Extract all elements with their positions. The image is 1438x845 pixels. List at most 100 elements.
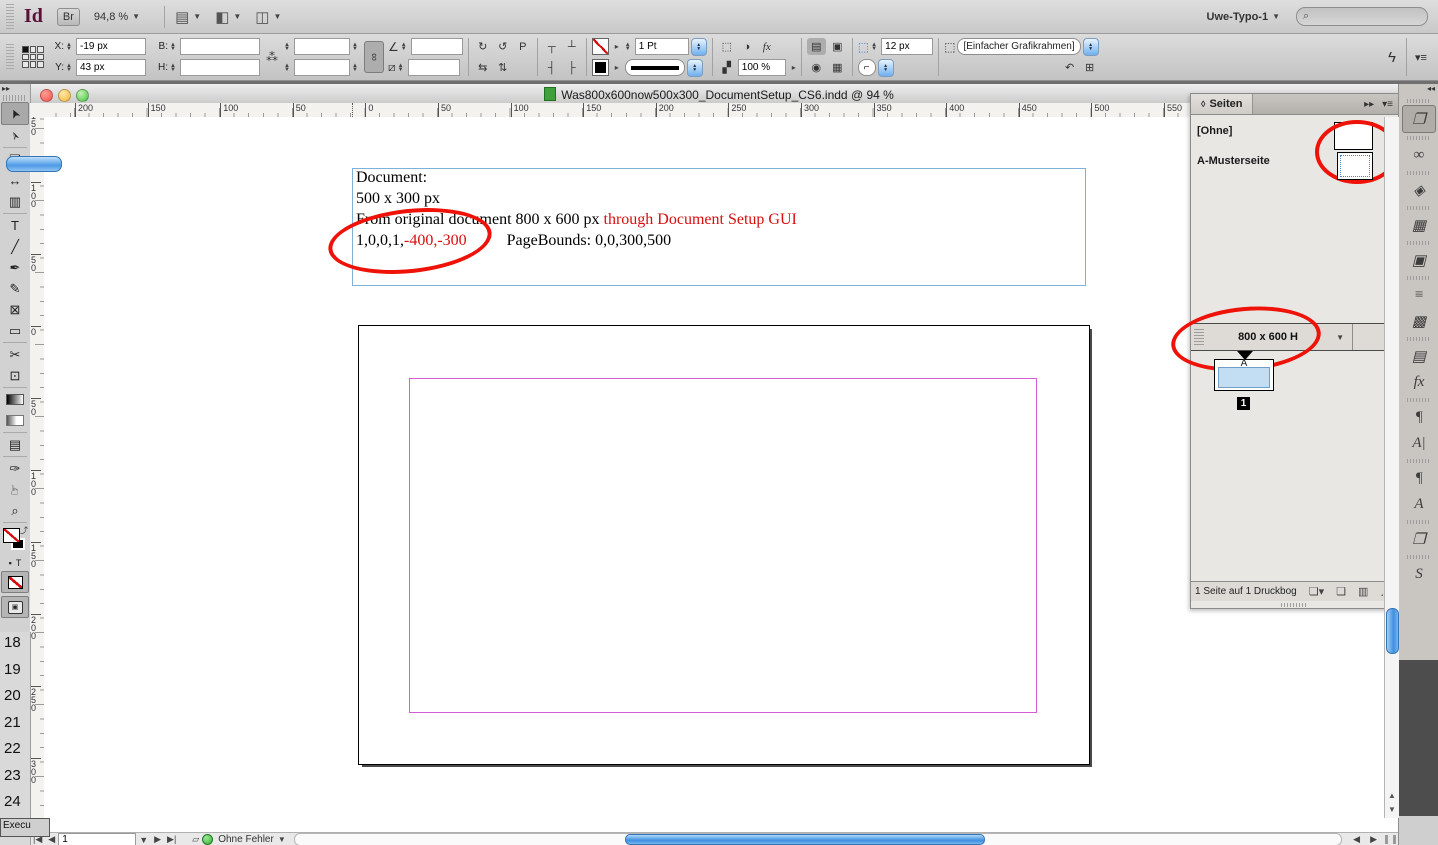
drop-shadow-icon[interactable]: ◑ (738, 39, 756, 55)
vertical-ruler[interactable]: 1 5 0 1 0 0 5 0 0 5 0 1 0 0 1 5 0 2 0 0 2 5 0 3 0… (30, 117, 45, 832)
last-page-icon[interactable]: ▶| (167, 834, 176, 845)
search-input[interactable] (1313, 9, 1408, 24)
collapse-panel-icon[interactable]: ▸▸ (0, 84, 30, 94)
flip-vertical-button[interactable]: ⇅ (494, 60, 512, 76)
opacity-field[interactable] (737, 59, 786, 76)
horizontal-ruler[interactable]: 200 150 100 50 0 50 100 150 200 250 300 350 400 450 50… (44, 103, 1384, 118)
width-field[interactable] (180, 38, 260, 55)
tool-type[interactable]: T (2, 215, 28, 236)
page-size-dropdown[interactable]: 800 x 600 H (1204, 331, 1332, 343)
page-list-dropdown-icon[interactable]: ▼ (139, 835, 148, 845)
master-page-row-none[interactable]: [Ohne] (1191, 115, 1399, 184)
pane-splitter-icon[interactable] (1385, 835, 1388, 844)
document-text[interactable]: Document: 500 x 300 px From original doc… (356, 167, 797, 251)
tool-rectangle[interactable]: ▭ (2, 320, 28, 341)
corner-radius-field[interactable] (881, 38, 934, 55)
panel-icon-pages[interactable]: ❐ (1402, 105, 1436, 133)
no-text-wrap-button[interactable]: ▤ (806, 38, 826, 55)
chevron-right-icon[interactable]: ▸ (615, 63, 619, 72)
object-style-stepper[interactable]: ▲ ▼ (1082, 37, 1099, 56)
tool-gradient-feather[interactable] (2, 410, 28, 431)
expand-dock-icon[interactable]: ◂◂ (1399, 84, 1438, 96)
collapse-to-icons-icon[interactable]: ▸▸ (1364, 99, 1374, 110)
new-page-icon[interactable]: ❏ (1336, 585, 1346, 598)
bridge-button[interactable]: Br (56, 7, 80, 26)
view-options-button[interactable]: ▤ ▼ (175, 8, 201, 26)
stepper-icon[interactable]: ▲ ▼ (871, 42, 879, 52)
tool-content-collector[interactable]: ▥ (2, 191, 28, 212)
tool-gap[interactable]: ↔ (2, 170, 28, 191)
panel-icon-text-wrap[interactable]: ▣ (1403, 247, 1435, 273)
formatting-affects-container-icon[interactable]: ▪ (9, 558, 12, 568)
horizontal-scrollbar-thumb[interactable] (624, 834, 985, 845)
select-container-button[interactable]: ┬ (543, 39, 561, 55)
tab-seiten[interactable]: ◊ Seiten (1191, 94, 1254, 114)
scale-y-field[interactable] (294, 59, 350, 76)
edit-page-size-icon[interactable]: ❏▾ (1309, 585, 1324, 598)
select-content-button[interactable]: ┴ (563, 39, 581, 55)
preflight-menu[interactable]: ▱ Ohne Fehler ▼ (189, 834, 286, 845)
stepper-icon[interactable]: ▲ ▼ (170, 63, 178, 73)
object-style-dropdown[interactable]: [Einfacher Grafikrahmen] (957, 38, 1081, 55)
scroll-left-icon[interactable]: ◀ (1353, 834, 1360, 845)
x-position-field[interactable] (76, 38, 146, 55)
panel-icon-layers[interactable]: ◈ (1403, 177, 1435, 203)
stepper-icon[interactable]: ▲ ▼ (352, 42, 360, 52)
stroke-weight-field[interactable] (634, 38, 689, 55)
master-none-thumbnail[interactable] (1334, 122, 1373, 150)
constrain-dimensions-icon[interactable]: ⁂ (266, 50, 278, 64)
page-number-badge[interactable]: 1 (1237, 397, 1250, 410)
panel-icon-text-frame[interactable]: ▤ (1403, 343, 1435, 369)
panel-icon-gradient[interactable]: ▩ (1403, 308, 1435, 334)
fill-stroke-swatches[interactable]: ⤴ (2, 526, 28, 556)
stroke-color-swatch[interactable] (591, 38, 609, 55)
pane-splitter-icon[interactable] (1393, 835, 1396, 844)
wrap-around-object-shape-button[interactable]: ◉ (807, 59, 826, 76)
reference-point-proxy[interactable] (22, 46, 44, 68)
rotate-ccw-button[interactable]: ↺ (494, 39, 512, 55)
scroll-down-icon[interactable]: ▼ (1385, 805, 1399, 814)
apply-none-button[interactable] (1, 571, 29, 593)
workspace-switcher[interactable]: Uwe-Typo-1 ▼ (1207, 11, 1280, 23)
vertical-scrollbar-thumb[interactable] (1386, 608, 1399, 654)
stepper-icon[interactable]: ▲ ▼ (170, 42, 178, 52)
vertical-scrollbar[interactable]: ▲ ▼ (1384, 117, 1399, 818)
stroke-style-stepper[interactable]: ▲ ▼ (686, 58, 703, 77)
tool-hand[interactable]: ☞ (2, 479, 28, 500)
panel-icon-paragraph-styles[interactable]: ¶ (1403, 465, 1435, 491)
zoom-level-dropdown[interactable]: 94,8 % ▼ (94, 11, 140, 23)
tool-pencil[interactable]: ✎ (2, 278, 28, 299)
tool-note[interactable]: ▤ (2, 434, 28, 455)
master-page-row-a[interactable]: A-Musterseite (1191, 149, 1399, 181)
document-canvas[interactable]: Document: 500 x 300 px From original doc… (44, 117, 1384, 832)
clear-overrides-icon[interactable]: ↶ (1061, 60, 1079, 76)
tool-frame[interactable]: ⊠ (2, 299, 28, 320)
shear-angle-field[interactable] (407, 59, 460, 76)
tool-pen[interactable]: ✒ (2, 257, 28, 278)
panel-icon-swatches[interactable]: ▦ (1403, 212, 1435, 238)
corner-shape-stepper[interactable]: ▲ ▼ (877, 58, 894, 77)
fill-swatch-none[interactable] (3, 528, 20, 543)
tool-direct-selection[interactable]: ➢ (2, 125, 28, 146)
window-arrange-button[interactable]: ◫ ▼ (255, 8, 281, 26)
panel-icon-stroke[interactable]: ≡ (1403, 282, 1435, 308)
delete-page-icon[interactable]: ▥ (1358, 585, 1368, 598)
panel-icon-object-styles[interactable]: ❒ (1403, 526, 1435, 552)
stepper-icon[interactable]: ▲ ▼ (66, 63, 74, 73)
panel-icon-links[interactable]: ∞ (1403, 142, 1435, 168)
height-field[interactable] (180, 59, 260, 76)
rotation-angle-field[interactable] (410, 38, 463, 55)
ruler-origin-corner[interactable] (30, 103, 45, 118)
chevron-down-icon[interactable]: ▼ (1336, 333, 1344, 342)
stepper-icon[interactable]: ▲ ▼ (284, 42, 292, 52)
panel-menu-icon[interactable]: ▾≡ (1382, 99, 1393, 110)
chevron-right-icon[interactable]: ▸ (615, 42, 619, 51)
panel-icon-character[interactable]: A| (1403, 430, 1435, 456)
panel-icon-scripts[interactable]: S (1403, 561, 1435, 587)
tool-gradient[interactable] (2, 389, 28, 410)
jump-object-button[interactable]: ▦ (828, 59, 847, 76)
quick-apply-icon[interactable]: ϟ (1383, 49, 1401, 66)
stepper-icon[interactable]: ▲ ▼ (398, 63, 406, 73)
stepper-icon[interactable]: ▲ ▼ (66, 42, 74, 52)
corner-shape-dropdown[interactable]: ⌐ (857, 59, 876, 76)
